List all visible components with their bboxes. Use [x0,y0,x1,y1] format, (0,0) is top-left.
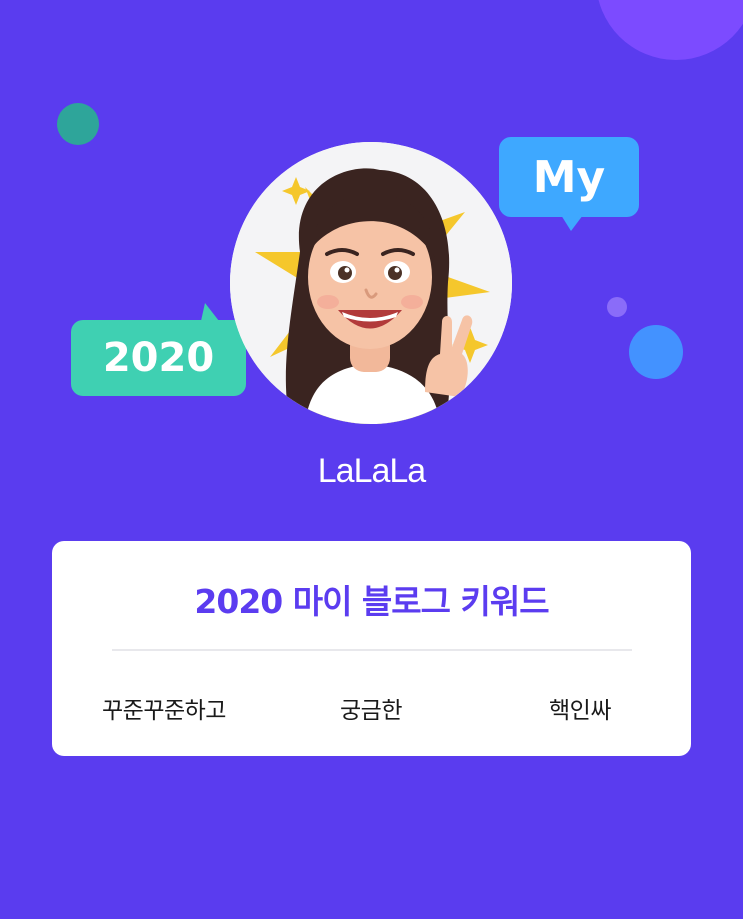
profile-avatar[interactable] [230,142,512,424]
avatar-illustration-icon [230,142,512,424]
keyword-item: 궁금한 [340,698,402,724]
my-speech-bubble: My [499,137,639,231]
decorative-circle [607,297,627,317]
year-bubble-label: 2020 [102,335,215,381]
year-speech-bubble: 2020 [71,303,246,396]
blog-keyword-screen: My 2020 LaLaLa 2020 마이 블로그 키워드 꾸준꾸준하고 궁금… [0,0,743,919]
profile-name: LaLaLa [317,452,426,490]
keyword-card: 2020 마이 블로그 키워드 꾸준꾸준하고 궁금한 핵인싸 [52,541,691,756]
decorative-circle [629,325,683,379]
divider [112,649,632,651]
keyword-card-title: 2020 마이 블로그 키워드 [194,582,549,621]
decorative-circle [57,103,99,145]
decorative-circle [596,0,743,60]
keyword-item: 핵인싸 [549,698,611,724]
keyword-item: 꾸준꾸준하고 [102,698,226,724]
speech-bubble-tail [561,215,583,231]
my-bubble-label: My [532,151,606,203]
speech-bubble-tail [201,303,219,321]
